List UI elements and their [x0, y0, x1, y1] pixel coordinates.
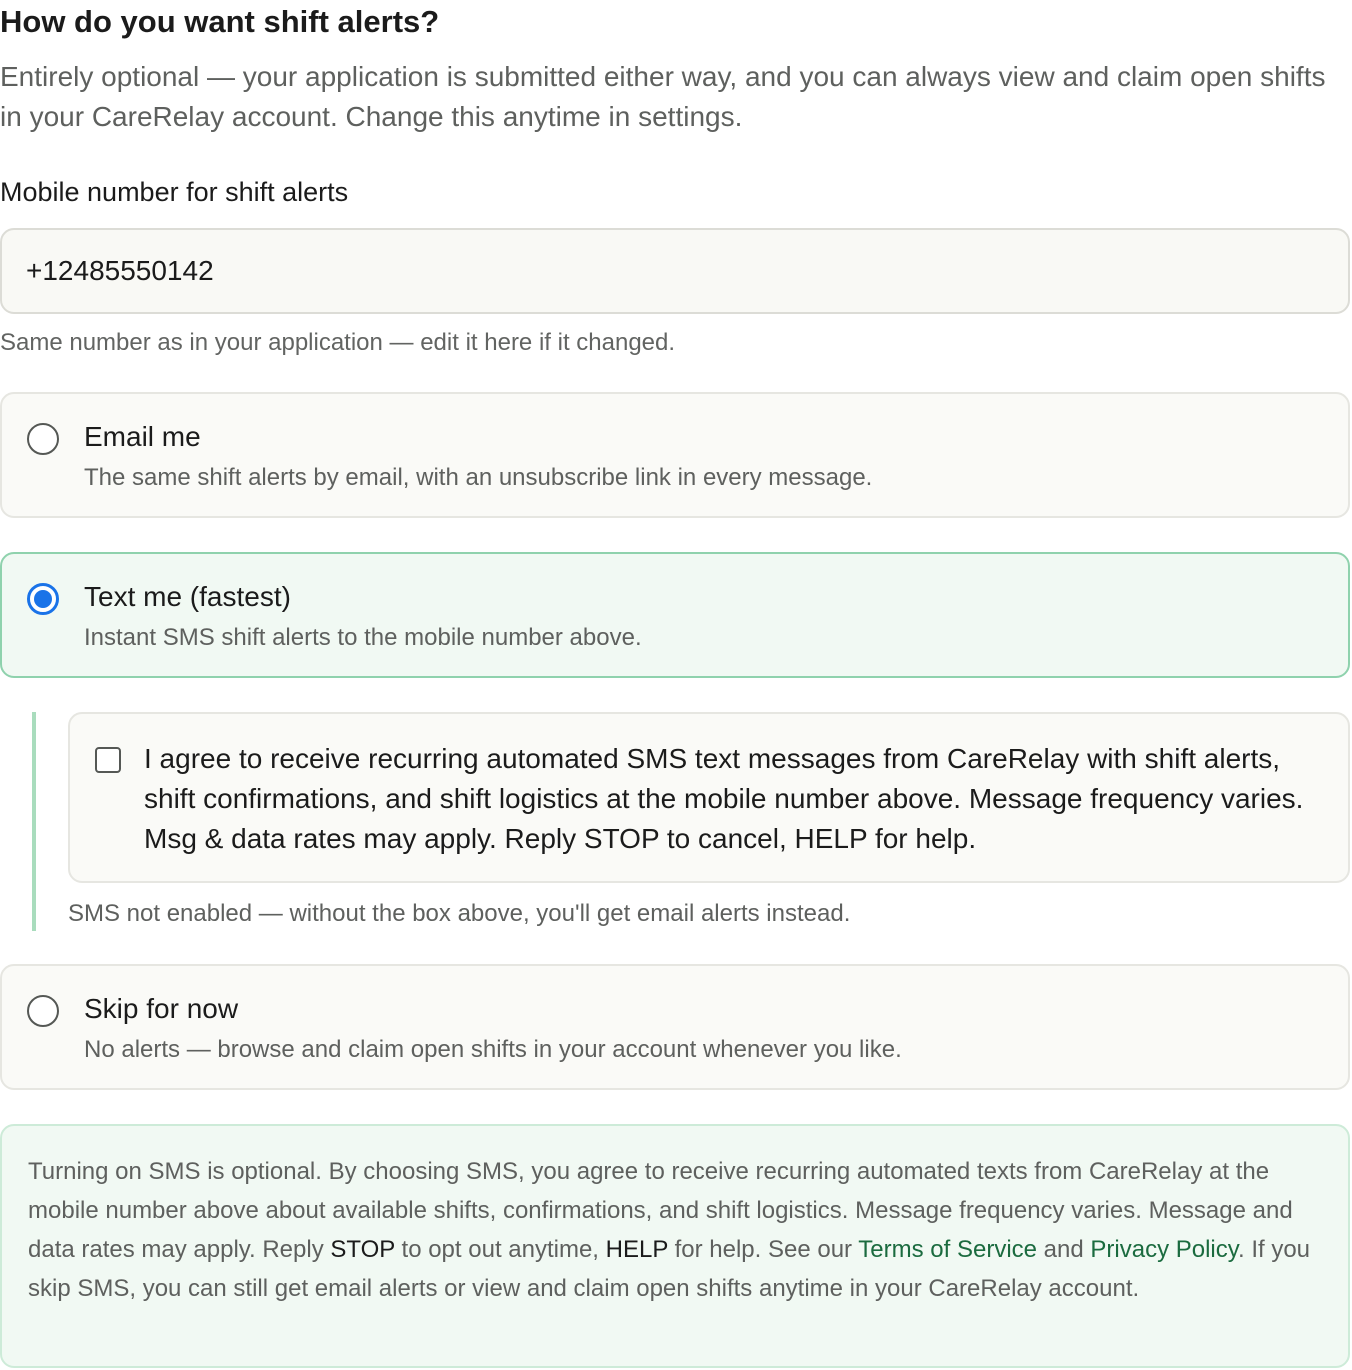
option-email-description: The same shift alerts by email, with an …	[84, 464, 873, 491]
sms-disclosure: Turning on SMS is optional. By choosing …	[0, 1124, 1350, 1368]
help-keyword: HELP	[605, 1236, 668, 1263]
disclosure-text-2: to opt out anytime,	[394, 1236, 606, 1263]
option-skip-title: Skip for now	[84, 993, 239, 1024]
radio-skip[interactable]	[27, 995, 59, 1027]
option-skip-description: No alerts — browse and claim open shifts…	[84, 1036, 902, 1063]
page-subtitle: Entirely optional — your application is …	[0, 61, 1326, 132]
disclosure-text-3: for help. See our	[667, 1236, 859, 1263]
sms-section-divider	[32, 712, 36, 931]
page-title: How do you want shift alerts?	[0, 4, 440, 39]
option-sms[interactable]: Text me (fastest) Instant SMS shift aler…	[0, 552, 1350, 678]
privacy-policy-link[interactable]: Privacy Policy	[1090, 1236, 1238, 1263]
option-sms-title: Text me (fastest)	[84, 581, 291, 612]
radio-sms[interactable]	[27, 583, 59, 615]
option-sms-description: Instant SMS shift alerts to the mobile n…	[84, 624, 642, 651]
sms-consent-text: I agree to receive recurring automated S…	[144, 743, 1304, 854]
sms-consent-checkbox[interactable]	[95, 747, 121, 773]
sms-status-note: SMS not enabled — without the box above,…	[68, 900, 851, 927]
option-email-title: Email me	[84, 421, 201, 452]
phone-number-input[interactable]	[0, 228, 1350, 314]
disclosure-text-4: and	[1037, 1236, 1091, 1263]
stop-keyword: STOP	[330, 1236, 395, 1263]
radio-email[interactable]	[27, 423, 59, 455]
phone-field-label: Mobile number for shift alerts	[0, 177, 349, 207]
phone-help-text: Same number as in your application — edi…	[0, 329, 676, 356]
option-skip[interactable]: Skip for now No alerts — browse and clai…	[0, 964, 1350, 1090]
terms-of-service-link[interactable]: Terms of Service	[858, 1236, 1037, 1263]
sms-consent-box[interactable]: I agree to receive recurring automated S…	[68, 712, 1350, 883]
option-email[interactable]: Email me The same shift alerts by email,…	[0, 392, 1350, 518]
